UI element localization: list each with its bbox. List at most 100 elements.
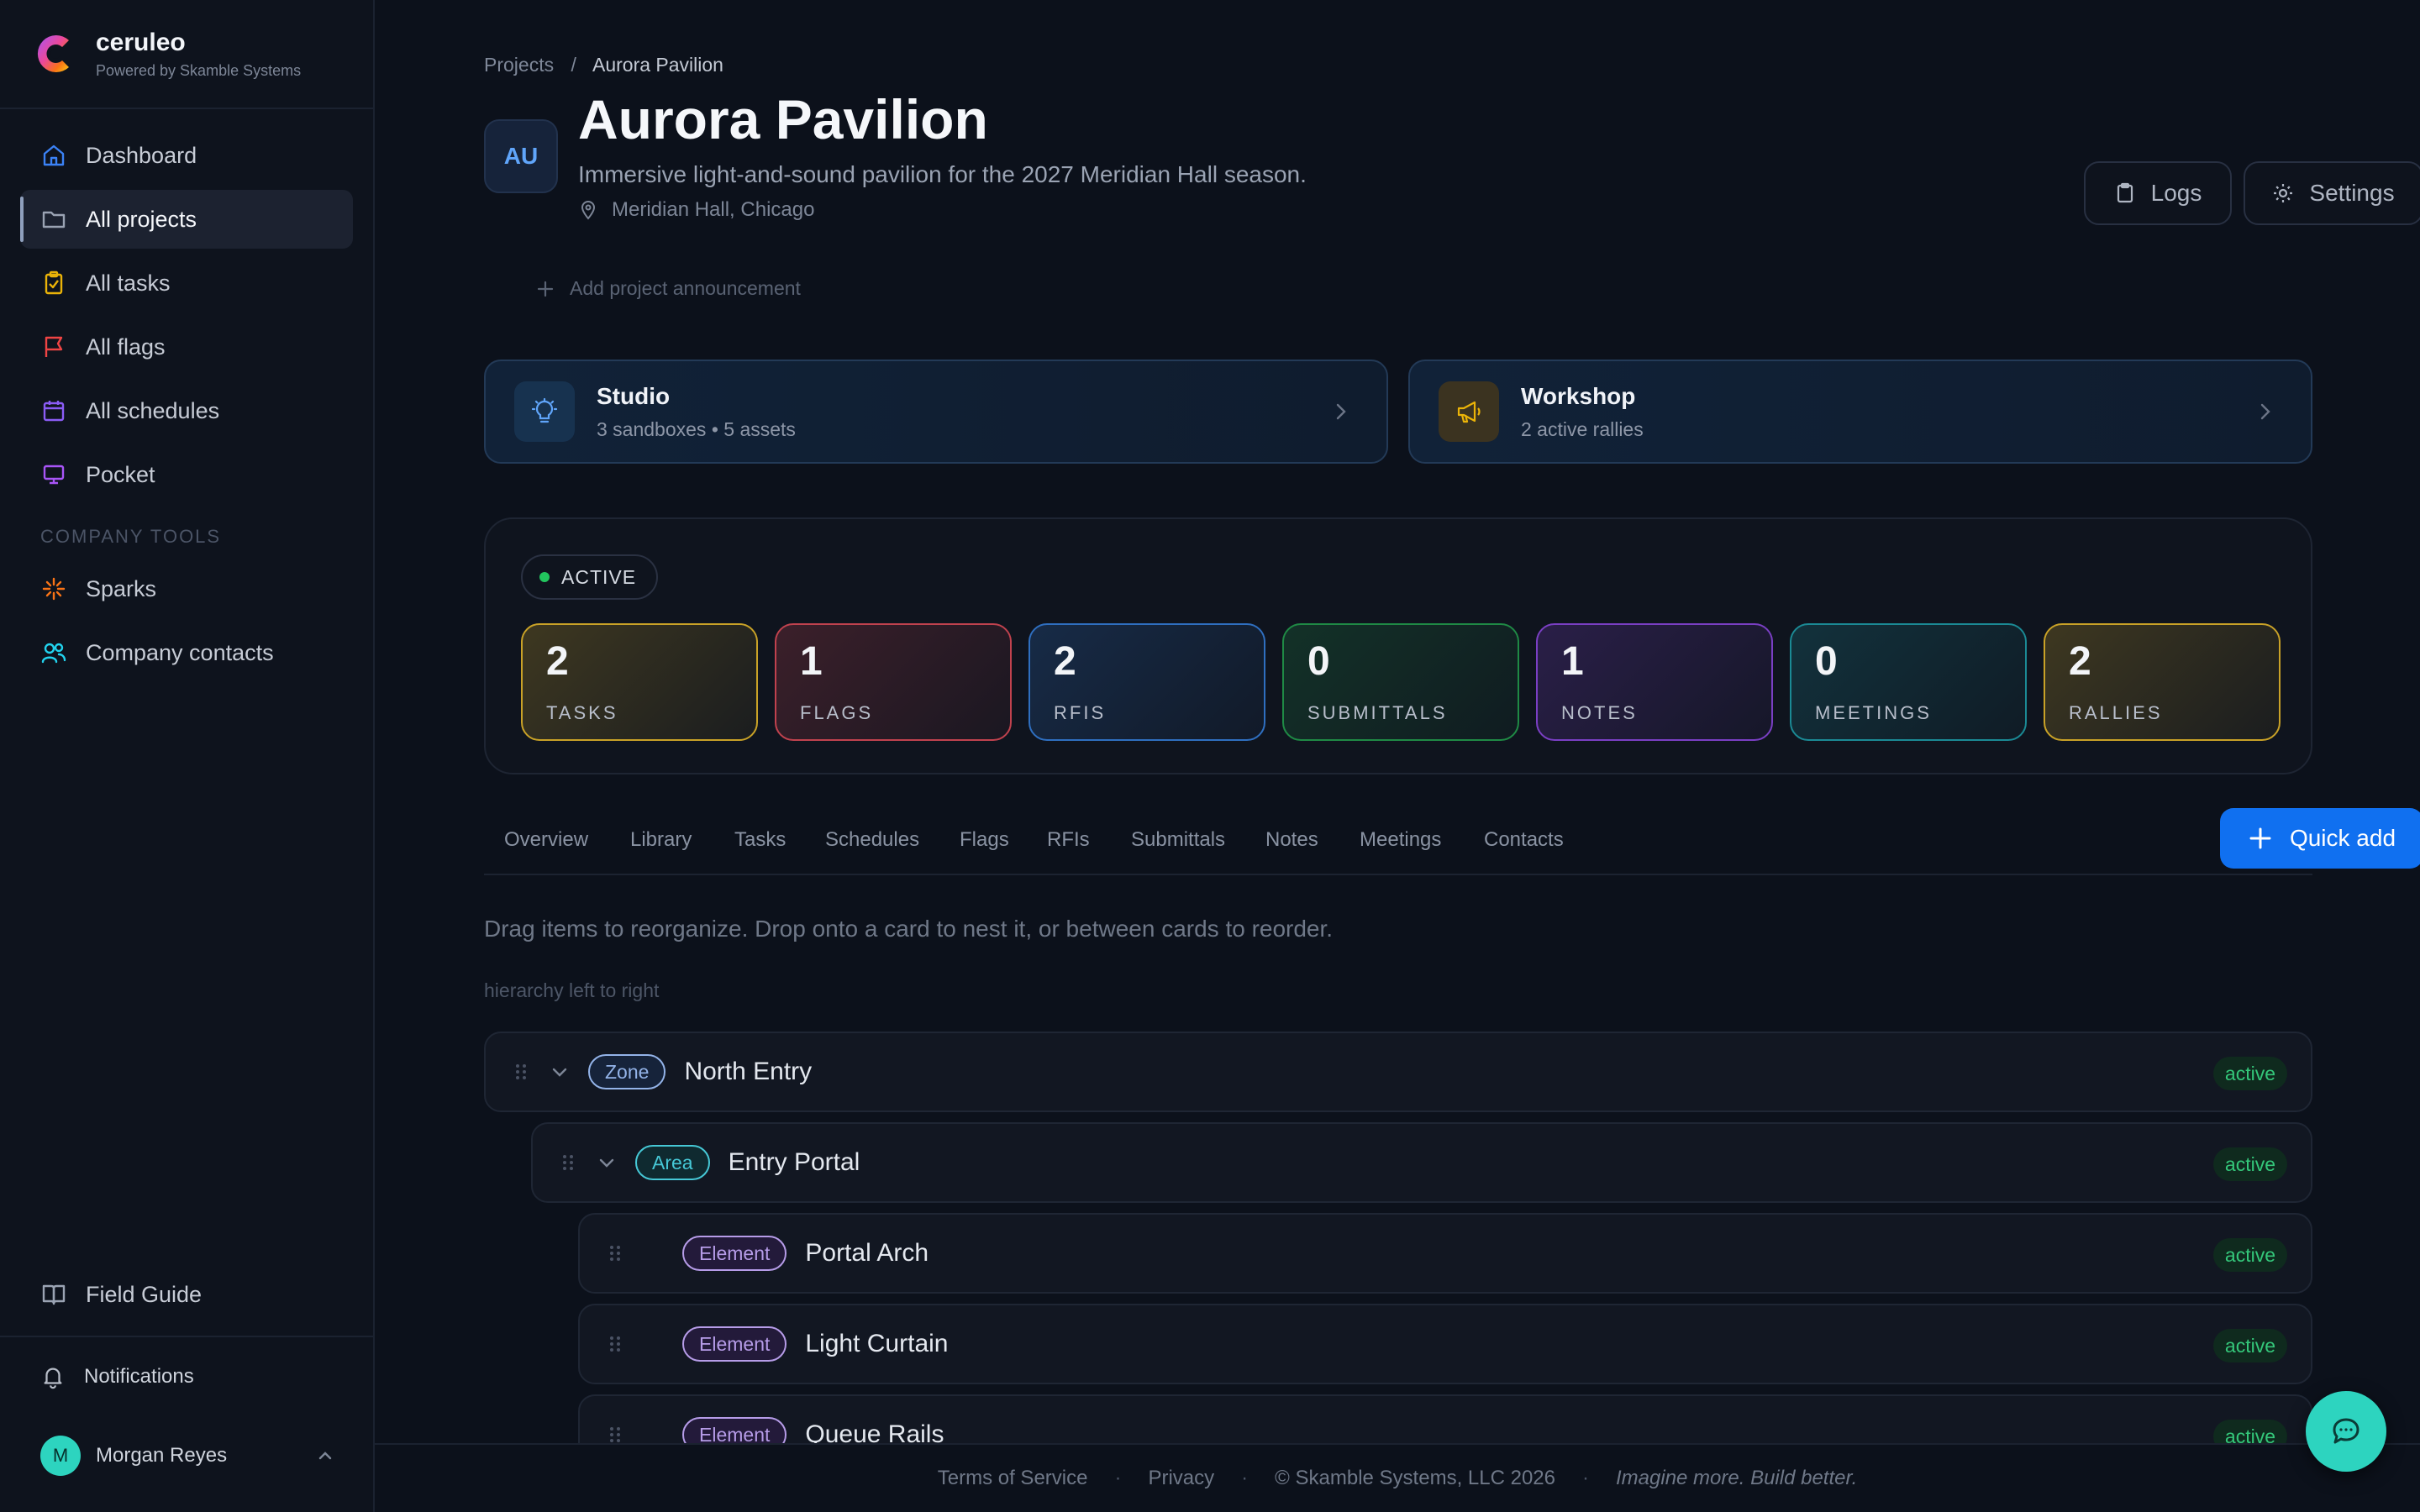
stat-value: 2 <box>546 639 569 684</box>
settings-button[interactable]: Settings <box>2244 161 2420 225</box>
drag-handle-icon[interactable] <box>513 1062 529 1082</box>
tree-row-element[interactable]: Element Portal Arch active <box>578 1213 2312 1294</box>
brand[interactable]: ceruleo Powered by Skamble Systems <box>0 0 373 109</box>
copyright-text: © Skamble Systems, LLC 2026 <box>1275 1467 1555 1489</box>
type-badge: Element <box>682 1236 787 1271</box>
workshop-card[interactable]: Workshop 2 active rallies <box>1408 360 2312 464</box>
calendar-icon <box>43 401 65 422</box>
row-name: Portal Arch <box>805 1239 929 1267</box>
tab-notes[interactable]: Notes <box>1265 828 1318 852</box>
nav-item-company-contacts[interactable]: Company contacts <box>20 623 353 682</box>
tab-submittals[interactable]: Submittals <box>1131 828 1225 852</box>
tab-overview[interactable]: Overview <box>504 828 588 852</box>
ceruleo-logo-icon <box>37 35 69 72</box>
chevron-down-icon[interactable] <box>597 1152 617 1173</box>
nav-item-sparks[interactable]: Sparks <box>20 559 353 618</box>
plus-icon <box>537 281 554 297</box>
project-location-text: Meridian Hall, Chicago <box>612 198 815 221</box>
chat-button[interactable] <box>2306 1391 2386 1472</box>
stat-rfis[interactable]: 2 RFIS <box>1028 623 1265 741</box>
nav-label: All flags <box>86 333 166 360</box>
tab-library[interactable]: Library <box>630 828 692 852</box>
stat-notes[interactable]: 1 NOTES <box>1536 623 1773 741</box>
stat-label: RFIS <box>1054 702 1107 723</box>
stat-value: 2 <box>2069 639 2091 684</box>
status-badge: active <box>2212 1238 2287 1272</box>
stat-meetings[interactable]: 0 MEETINGS <box>1790 623 2027 741</box>
stat-value: 1 <box>1561 639 1584 684</box>
status-label: ACTIVE <box>561 565 637 588</box>
nav-item-dashboard[interactable]: Dashboard <box>20 126 353 185</box>
breadcrumb-projects-link[interactable]: Projects <box>484 54 554 76</box>
drag-handle-icon[interactable] <box>607 1334 623 1354</box>
nav-item-all-schedules[interactable]: All schedules <box>20 381 353 440</box>
sidebar: ceruleo Powered by Skamble Systems Dashb… <box>0 0 375 1512</box>
stat-label: RALLIES <box>2069 702 2163 723</box>
stat-tasks[interactable]: 2 TASKS <box>521 623 758 741</box>
nav-label: All tasks <box>86 270 171 296</box>
stat-value: 0 <box>1815 639 1838 684</box>
stat-rallies[interactable]: 2 RALLIES <box>2044 623 2281 741</box>
chevron-down-icon[interactable] <box>550 1062 570 1082</box>
user-menu[interactable]: M Morgan Reyes <box>0 1416 373 1495</box>
drag-handle-icon[interactable] <box>560 1152 576 1173</box>
section-label-company-tools: COMPANY TOOLS <box>40 526 222 547</box>
nav-label: All projects <box>86 206 197 232</box>
brand-subtitle: Powered by Skamble Systems <box>96 61 302 79</box>
tab-contacts[interactable]: Contacts <box>1484 828 1564 852</box>
announcement-placeholder: Add project announcement <box>570 277 801 299</box>
drag-handle-icon[interactable] <box>607 1425 623 1445</box>
footer-separator: · <box>1241 1467 1249 1489</box>
plus-icon <box>2249 827 2271 849</box>
notifications-button[interactable]: Notifications <box>0 1337 373 1416</box>
add-announcement-button[interactable]: Add project announcement <box>536 277 801 300</box>
project-tabs: Overview Library Tasks Schedules Flags R… <box>484 806 2312 875</box>
page-footer: Terms of Service · Privacy · © Skamble S… <box>375 1443 2420 1512</box>
studio-card[interactable]: Studio 3 sandboxes • 5 assets <box>484 360 1388 464</box>
tab-schedules[interactable]: Schedules <box>825 828 919 852</box>
type-badge: Element <box>682 1326 787 1362</box>
stat-label: NOTES <box>1561 702 1638 723</box>
tree-row-element[interactable]: Element Light Curtain active <box>578 1304 2312 1384</box>
megaphone-icon <box>1457 401 1481 423</box>
notifications-label: Notifications <box>84 1365 194 1388</box>
nav-label: Pocket <box>86 461 155 487</box>
field-guide-container: Field Guide <box>20 1265 353 1329</box>
main-nav: Dashboard All projects All tasks All fla… <box>0 109 373 504</box>
nav-item-pocket[interactable]: Pocket <box>20 445 353 504</box>
tab-flags[interactable]: Flags <box>960 828 1009 852</box>
tree-row-area[interactable]: Area Entry Portal active <box>531 1122 2312 1203</box>
tab-tasks[interactable]: Tasks <box>734 828 786 852</box>
clipboard-check-icon <box>45 270 63 295</box>
monitor-icon <box>43 465 65 485</box>
nav-item-all-tasks[interactable]: All tasks <box>20 254 353 312</box>
logs-button[interactable]: Logs <box>2084 161 2232 225</box>
brand-name: ceruleo <box>96 28 186 56</box>
tab-rfis[interactable]: RFIs <box>1047 828 1090 852</box>
type-badge: Zone <box>588 1054 666 1089</box>
nav-item-field-guide[interactable]: Field Guide <box>20 1265 353 1324</box>
footer-separator: · <box>1114 1467 1122 1489</box>
tree-row-zone[interactable]: Zone North Entry active <box>484 1032 2312 1112</box>
project-avatar: AU <box>484 119 558 193</box>
chevron-right-icon <box>1336 403 1346 420</box>
workshop-subtitle: 2 active rallies <box>1521 417 1644 440</box>
chat-bubble-icon <box>2333 1418 2360 1444</box>
quick-add-button[interactable]: Quick add <box>2220 808 2420 869</box>
nav-item-all-flags[interactable]: All flags <box>20 318 353 376</box>
flag-icon <box>45 336 63 357</box>
drag-handle-icon[interactable] <box>607 1243 623 1263</box>
tab-meetings[interactable]: Meetings <box>1360 828 1441 852</box>
settings-label: Settings <box>2309 180 2395 206</box>
terms-link[interactable]: Terms of Service <box>938 1467 1088 1490</box>
nav-item-all-projects[interactable]: All projects <box>20 190 353 249</box>
main-content: Projects / Aurora Pavilion AU Aurora Pav… <box>375 0 2420 1475</box>
project-description: Immersive light-and-sound pavilion for t… <box>578 161 1307 187</box>
breadcrumb-current: Aurora Pavilion <box>592 54 723 76</box>
status-dot <box>539 572 550 582</box>
stat-flags[interactable]: 1 FLAGS <box>775 623 1012 741</box>
quick-add-label: Quick add <box>2289 825 2396 851</box>
stat-submittals[interactable]: 0 SUBMITTALS <box>1282 623 1519 741</box>
tagline: Imagine more. Build better. <box>1616 1467 1858 1489</box>
privacy-link[interactable]: Privacy <box>1148 1467 1214 1490</box>
